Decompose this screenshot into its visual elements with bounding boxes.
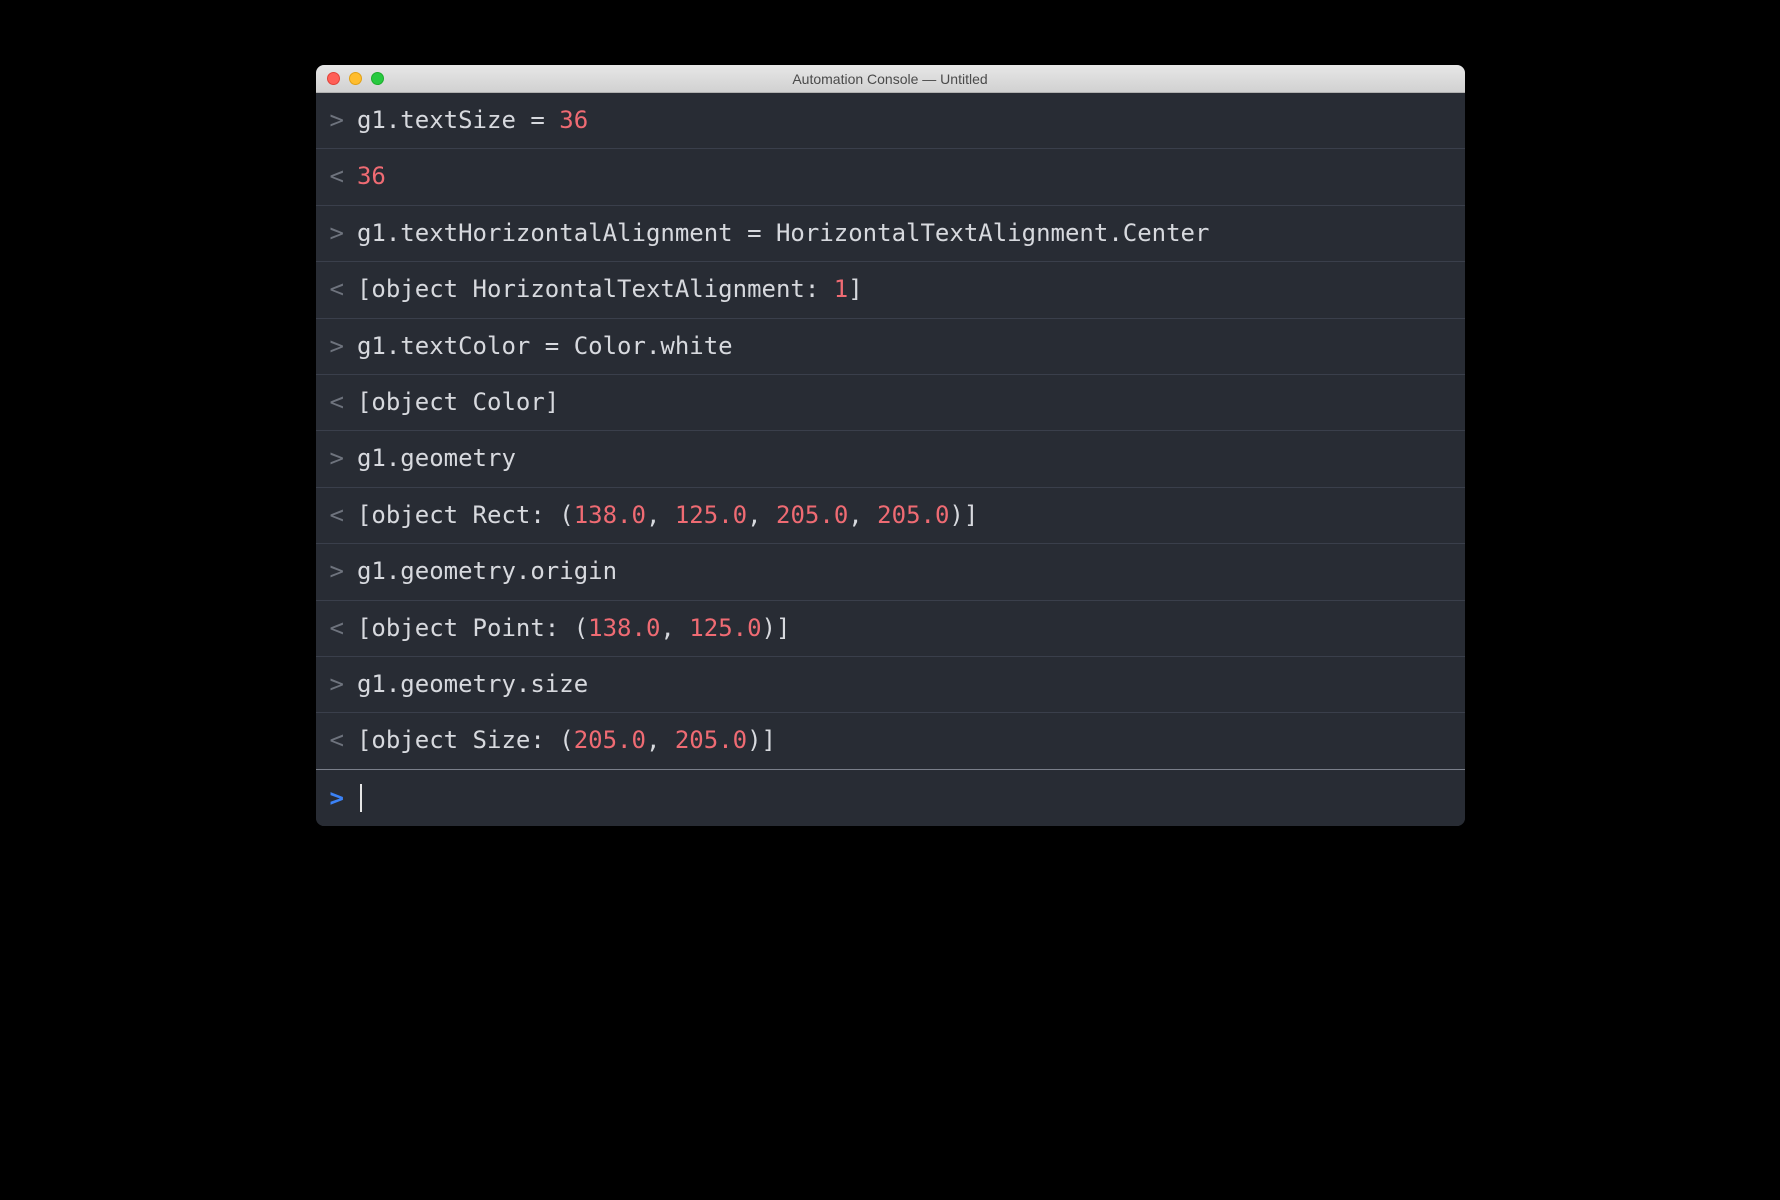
output-arrow-icon: < [330, 160, 344, 192]
console-line-content: g1.textHorizontalAlignment = HorizontalT… [357, 217, 1210, 249]
console-line-content: 36 [357, 160, 386, 192]
number-literal: 138.0 [574, 501, 646, 529]
code-text: ] [848, 275, 862, 303]
console-output-row: < [object Color] [316, 375, 1465, 431]
output-arrow-icon: < [330, 273, 344, 305]
console-body[interactable]: >g1.textSize = 36<36>g1.textHorizontalAl… [316, 93, 1465, 826]
console-input-row: > g1.textColor = Color.white [316, 319, 1465, 375]
console-input-row: > g1.geometry.size [316, 657, 1465, 713]
traffic-lights [316, 72, 384, 85]
code-text: , [646, 501, 675, 529]
maximize-button[interactable] [371, 72, 384, 85]
code-text: g1.geometry.origin [357, 557, 617, 585]
code-text: g1.geometry [357, 444, 516, 472]
code-text: g1.geometry.size [357, 670, 588, 698]
output-arrow-icon: < [330, 612, 344, 644]
minimize-button[interactable] [349, 72, 362, 85]
code-text: [object Size: ( [357, 726, 574, 754]
input-arrow-icon: > [330, 104, 344, 136]
console-input-row: > g1.geometry [316, 431, 1465, 487]
close-button[interactable] [327, 72, 340, 85]
console-input-row: > g1.textHorizontalAlignment = Horizontal… [316, 206, 1465, 262]
console-line-content: g1.textSize = 36 [357, 104, 588, 136]
code-text: , [646, 726, 675, 754]
input-arrow-icon: > [330, 217, 344, 249]
titlebar[interactable]: Automation Console — Untitled [316, 65, 1465, 93]
number-literal: 138.0 [588, 614, 660, 642]
code-text: )] [747, 726, 776, 754]
console-line-content: [object Rect: (138.0, 125.0, 205.0, 205.… [357, 499, 978, 531]
number-literal: 205.0 [877, 501, 949, 529]
console-line-content: g1.geometry.origin [357, 555, 617, 587]
console-line-content: [object Color] [357, 386, 559, 418]
code-text: [object Rect: ( [357, 501, 574, 529]
console-line-content: g1.textColor = Color.white [357, 330, 733, 362]
number-literal: 36 [357, 162, 386, 190]
code-text: g1.textColor = Color.white [357, 332, 733, 360]
console-output-row: <36 [316, 149, 1465, 205]
input-arrow-icon: > [330, 330, 344, 362]
input-arrow-icon: > [330, 668, 344, 700]
text-cursor [360, 784, 362, 812]
number-literal: 205.0 [776, 501, 848, 529]
console-output-row: < [object Point: (138.0, 125.0)] [316, 601, 1465, 657]
number-literal: 205.0 [675, 726, 747, 754]
number-literal: 36 [559, 106, 588, 134]
console-window: Automation Console — Untitled > g1.textSi… [316, 65, 1465, 826]
console-output-row: < [object Rect: (138.0, 125.0, 205.0, 205… [316, 488, 1465, 544]
number-literal: 125.0 [675, 501, 747, 529]
console-line-content: g1.geometry [357, 442, 516, 474]
code-text: , [747, 501, 776, 529]
console-line-content: [object Size: (205.0, 205.0)] [357, 724, 776, 756]
code-text: , [848, 501, 877, 529]
input-arrow-icon: > [330, 555, 344, 587]
code-text: [object Point: ( [357, 614, 588, 642]
active-prompt-row[interactable]: > [316, 770, 1465, 826]
console-line-content: [object Point: (138.0, 125.0)] [357, 612, 791, 644]
code-text: )] [762, 614, 791, 642]
number-literal: 1 [834, 275, 848, 303]
console-input-row: > g1.textSize = 36 [316, 93, 1465, 149]
window-title: Automation Console — Untitled [316, 71, 1465, 87]
number-literal: 205.0 [574, 726, 646, 754]
console-output-row: < [object HorizontalTextAlignment: 1] [316, 262, 1465, 318]
number-literal: 125.0 [689, 614, 761, 642]
console-line-content: [object HorizontalTextAlignment: 1] [357, 273, 863, 305]
output-arrow-icon: < [330, 499, 344, 531]
active-prompt-arrow-icon: > [330, 784, 344, 812]
console-input-row: > g1.geometry.origin [316, 544, 1465, 600]
output-arrow-icon: < [330, 724, 344, 756]
code-text: g1.textSize = [357, 106, 559, 134]
console-line-content: g1.geometry.size [357, 668, 588, 700]
output-arrow-icon: < [330, 386, 344, 418]
code-text: [object HorizontalTextAlignment: [357, 275, 834, 303]
code-text: [object Color] [357, 388, 559, 416]
console-output-row: <[object Size: (205.0, 205.0)] [316, 713, 1465, 769]
code-text: , [660, 614, 689, 642]
input-arrow-icon: > [330, 442, 344, 474]
code-text: )] [949, 501, 978, 529]
code-text: g1.textHorizontalAlignment = HorizontalT… [357, 219, 1210, 247]
